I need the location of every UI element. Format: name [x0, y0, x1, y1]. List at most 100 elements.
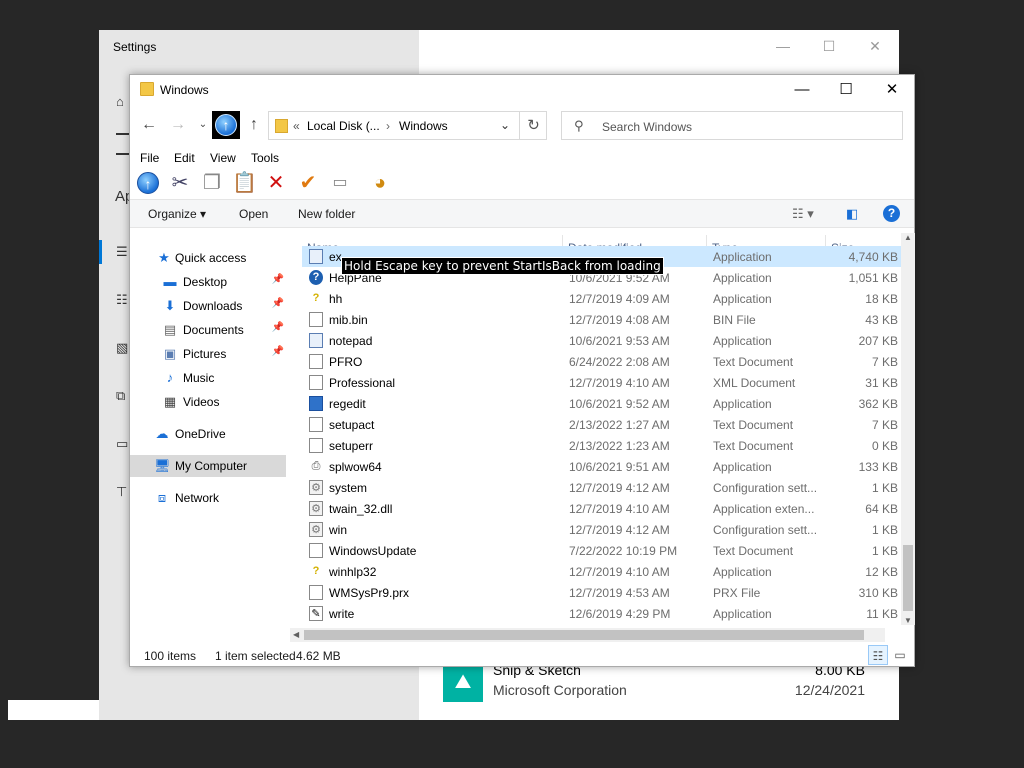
paste-icon[interactable]: 📋 — [232, 171, 257, 195]
properties-check-icon[interactable]: ✔ — [296, 171, 320, 195]
vertical-scrollbar[interactable]: ▲ ▼ — [901, 233, 915, 625]
file-size: 310 KB — [858, 586, 898, 600]
pin-icon[interactable]: 📌 — [272, 322, 284, 333]
title-bar[interactable]: Windows — ☐ ✕ — [130, 75, 914, 105]
minimize-icon[interactable]: — — [771, 38, 795, 54]
file-row[interactable]: Professional 12/7/2019 4:10 AM XML Documen… — [302, 372, 902, 393]
file-type: Configuration sett... — [713, 481, 818, 495]
scrollbar-thumb[interactable] — [903, 545, 913, 611]
close-icon[interactable]: ✕ — [863, 38, 887, 55]
organize-button[interactable]: Organize ▾ — [148, 207, 206, 221]
file-type: Application — [713, 397, 772, 411]
address-dropdown-icon[interactable]: ⌄ — [500, 118, 510, 132]
pin-icon[interactable]: 📌 — [272, 346, 284, 357]
file-row[interactable]: notepad 10/6/2021 9:53 AM Application 207 K… — [302, 330, 902, 351]
file-row[interactable]: PFRO 6/24/2022 2:08 AM Text Document 7 KB — [302, 351, 902, 372]
new-folder-button[interactable]: New folder — [298, 207, 355, 221]
file-date: 10/6/2021 9:51 AM — [569, 460, 670, 474]
file-name: system — [329, 481, 368, 495]
nav-music[interactable]: ♪ Music — [130, 367, 286, 389]
file-row[interactable]: ⚙ twain_32.dll 12/7/2019 4:10 AM Applicatio… — [302, 498, 902, 519]
minimize-button[interactable]: — — [782, 79, 822, 101]
nav-pictures[interactable]: ▣ Pictures 📌 — [130, 343, 286, 365]
nav-my-computer[interactable]: 🖥 My Computer — [130, 455, 286, 477]
search-field[interactable]: ⚲ Search Windows — [561, 111, 903, 140]
preview-pane-icon[interactable]: ◧ — [846, 206, 858, 222]
breadcrumb-local-disk[interactable]: Local Disk (... — [307, 119, 380, 133]
file-row[interactable]: ? hh 12/7/2019 4:09 AM Application 18 KB — [302, 288, 902, 309]
file-row[interactable]: mib.bin 12/7/2019 4:08 AM BIN File 43 KB — [302, 309, 902, 330]
copy-icon[interactable]: ❐ — [200, 171, 224, 195]
scroll-up-arrow-icon[interactable]: ▲ — [901, 233, 915, 242]
details-view-icon[interactable]: ☷ — [868, 645, 888, 665]
change-view-icon[interactable]: ☷ ▾ — [792, 206, 814, 222]
delete-icon[interactable]: ✕ — [264, 171, 288, 195]
horizontal-scrollbar[interactable]: ◀ — [290, 628, 885, 642]
file-type: Application — [713, 271, 772, 285]
scrollbar-thumb[interactable] — [304, 630, 864, 640]
nav-downloads[interactable]: ⬇ Downloads 📌 — [130, 295, 286, 317]
nav-desktop[interactable]: ▬ Desktop 📌 — [130, 271, 286, 293]
rename-icon[interactable]: ▭ — [328, 171, 352, 195]
file-type: Text Document — [713, 439, 794, 453]
cut-icon[interactable]: ✂ — [168, 171, 192, 195]
nav-network[interactable]: ⧈ Network — [130, 487, 286, 509]
star-icon: ★ — [158, 250, 170, 265]
file-list: ^ Name Date modified Type Size exApplica… — [302, 235, 914, 628]
nav-documents[interactable]: ▤ Documents 📌 — [130, 319, 286, 341]
nav-quick-access[interactable]: ★ Quick access — [130, 247, 286, 269]
file-name: ex — [329, 250, 342, 264]
scroll-down-arrow-icon[interactable]: ▼ — [901, 616, 915, 625]
scroll-left-arrow-icon[interactable]: ◀ — [293, 628, 299, 642]
file-row[interactable]: regedit 10/6/2021 9:52 AM Application 362 K… — [302, 393, 902, 414]
forward-arrow-icon[interactable]: → — [168, 115, 188, 135]
menu-tools[interactable]: Tools — [251, 151, 279, 165]
pin-icon[interactable]: 📌 — [272, 298, 284, 309]
nav-label: My Computer — [175, 459, 248, 473]
file-row[interactable]: setuperr 2/13/2022 1:23 AM Text Document 0 … — [302, 435, 902, 456]
file-size: 7 KB — [871, 418, 898, 432]
menu-edit[interactable]: Edit — [174, 151, 195, 165]
maximize-button[interactable]: ☐ — [826, 79, 866, 101]
up-icon[interactable]: ↑ — [137, 172, 159, 194]
file-date: 10/6/2021 9:52 AM — [569, 397, 670, 411]
close-button[interactable]: ✕ — [872, 79, 912, 101]
recent-locations-chevron-icon[interactable]: ⌄ — [193, 115, 213, 135]
file-row[interactable]: ? winhlp32 12/7/2019 4:10 AM Application 12 … — [302, 561, 902, 582]
nav-label: Desktop — [183, 275, 228, 289]
nav-onedrive[interactable]: ☁ OneDrive — [130, 423, 286, 445]
file-row[interactable]: ⚙ system 12/7/2019 4:12 AM Configuration se… — [302, 477, 902, 498]
file-type: Text Document — [713, 418, 794, 432]
refresh-icon[interactable]: ↻ — [519, 111, 547, 140]
large-icons-view-icon[interactable]: ▭ — [890, 645, 910, 665]
menu-file[interactable]: File — [140, 151, 159, 165]
maximize-icon[interactable]: ☐ — [817, 38, 841, 55]
nav-label: Downloads — [183, 299, 243, 313]
menu-view[interactable]: View — [210, 151, 236, 165]
up-level-arrow-icon[interactable]: ↑ — [244, 115, 264, 135]
file-row[interactable]: ✎ write 12/6/2019 4:29 PM Application 11 KB — [302, 603, 902, 624]
file-type: Application — [713, 292, 772, 306]
file-name: setupact — [329, 418, 375, 432]
pin-icon[interactable]: 📌 — [272, 274, 284, 285]
file-type: Text Document — [713, 355, 794, 369]
file-row[interactable]: WMSysPr9.prx 12/7/2019 4:53 AM PRX File 310… — [302, 582, 902, 603]
folder-icon — [140, 82, 154, 96]
breadcrumb-overflow[interactable]: « — [293, 119, 300, 133]
back-arrow-icon[interactable]: ← — [139, 115, 159, 135]
file-size: 1 KB — [871, 523, 898, 537]
text-file-icon — [309, 354, 323, 369]
open-button[interactable]: Open — [239, 207, 268, 221]
startisback-up-button[interactable]: ↑ — [212, 111, 240, 139]
help-icon[interactable]: ? — [883, 205, 900, 222]
file-type: Application — [713, 460, 772, 474]
breadcrumb-windows[interactable]: Windows — [399, 119, 448, 133]
control-panel-icon[interactable]: ◕ — [368, 171, 392, 195]
file-row[interactable]: ⎙ splwow64 10/6/2021 9:51 AM Application 133… — [302, 456, 902, 477]
address-bar[interactable]: « Local Disk (... › Windows ⌄ — [268, 111, 547, 140]
file-row[interactable]: setupact 2/13/2022 1:27 AM Text Document 7 … — [302, 414, 902, 435]
nav-videos[interactable]: ▦ Videos — [130, 391, 286, 413]
xml-file-icon — [309, 375, 323, 390]
file-row[interactable]: WindowsUpdate 7/22/2022 10:19 PM Text Docu… — [302, 540, 902, 561]
file-row[interactable]: ⚙ win 12/7/2019 4:12 AM Configuration sett.… — [302, 519, 902, 540]
